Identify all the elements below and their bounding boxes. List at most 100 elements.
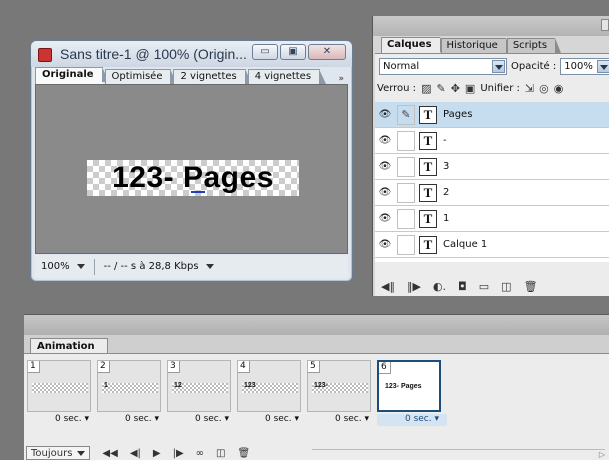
layers-panel-body: Normal Opacité : 100% Verrou : ▨ ✎ ✥ ▣ U… (375, 53, 609, 296)
link-slot[interactable] (397, 208, 415, 229)
text-layer-icon: T (419, 131, 437, 150)
trash-icon[interactable]: 🗑 (524, 280, 538, 293)
link-slot[interactable] (397, 156, 415, 177)
frame-thumb-text: 1 (104, 382, 108, 389)
layer-name: - (443, 135, 447, 146)
panel-title-strip[interactable] (373, 16, 609, 36)
eye-icon[interactable]: 👁 (375, 161, 395, 172)
opacity-label: Opacité : (511, 61, 557, 72)
document-title-bar[interactable]: Sans titre-1 @ 100% (Origin... ▭ ▣ ✕ (31, 41, 352, 67)
tab-originale[interactable]: Originale (35, 67, 109, 84)
minimize-button[interactable]: ▭ (252, 44, 278, 60)
previous-frame-icon[interactable]: ◀| (130, 448, 141, 459)
next-frame-icon[interactable]: |▶ (173, 448, 184, 459)
lock-label: Verrou : (377, 83, 417, 94)
document-window: Sans titre-1 @ 100% (Origin... ▭ ▣ ✕ Ori… (30, 40, 353, 282)
trash-icon[interactable]: 🗑 (237, 448, 250, 459)
animation-panel: Animation 1 0 sec. ▾ 2 1 0 sec. ▾ 3 12 0… (24, 314, 609, 460)
layer-name: 1 (443, 213, 450, 224)
restore-button[interactable]: ▣ (280, 44, 306, 60)
play-icon[interactable]: ▶ (153, 448, 161, 459)
loop-options-select[interactable]: Toujours (26, 446, 91, 460)
document-canvas[interactable]: 123- Pages (35, 84, 348, 254)
divider (93, 258, 95, 275)
next-frame-icon[interactable]: ‖▶ (407, 280, 421, 293)
frame-thumbnail: 123 (242, 382, 298, 393)
duplicate-frame-icon[interactable]: ◫ (216, 448, 225, 459)
chevron-down-icon (492, 60, 505, 73)
close-button[interactable]: ✕ (308, 44, 346, 60)
tab-4-vignettes[interactable]: 4 vignettes (247, 69, 327, 84)
layer-row[interactable]: 👁 T 2 (375, 180, 609, 206)
unify-position-icon[interactable]: ⇲ (525, 82, 534, 95)
zoom-dropdown[interactable]: 100% (35, 261, 91, 272)
opacity-select[interactable]: 100% (560, 58, 609, 75)
layer-row[interactable]: 👁 T 3 (375, 154, 609, 180)
lock-transparency-icon[interactable]: ▨ (421, 82, 431, 95)
layers-list: 👁 ✎ T Pages 👁 T - 👁 T 3 👁 T 2 👁 T 1 👁 T … (375, 102, 609, 262)
frames-scrollbar[interactable]: ▷ (312, 449, 605, 459)
eye-icon[interactable]: 👁 (375, 187, 395, 198)
lock-brush-icon[interactable]: ✎ (436, 82, 445, 95)
eye-icon[interactable]: 👁 (375, 239, 395, 250)
animation-frame[interactable]: 3 12 0 sec. ▾ (167, 360, 237, 426)
frames-strip: 1 0 sec. ▾ 2 1 0 sec. ▾ 3 12 0 sec. ▾ 4 … (27, 360, 447, 426)
unify-visibility-icon[interactable]: ◎ (539, 82, 549, 95)
frame-thumb-text: 123 (244, 382, 256, 389)
link-slot[interactable] (397, 130, 415, 151)
eye-icon[interactable]: 👁 (375, 135, 395, 146)
animation-frame-selected[interactable]: 6 123- Pages 0 sec. ▾ (377, 360, 447, 426)
layer-row[interactable]: 👁 T Calque 1 (375, 232, 609, 258)
animation-frame[interactable]: 4 123 0 sec. ▾ (237, 360, 307, 426)
tab-historique[interactable]: Historique (440, 38, 513, 53)
tabs-more-icon[interactable]: » (338, 74, 348, 84)
frame-delay-dropdown[interactable]: 0 sec. ▾ (167, 414, 237, 426)
layer-name: Calque 1 (443, 239, 488, 250)
download-time-dropdown[interactable]: -- / -- s à 28,8 Kbps (98, 261, 220, 272)
eye-icon[interactable]: 👁 (375, 109, 395, 120)
new-layer-icon[interactable]: ◫ (501, 280, 511, 293)
frame-delay-dropdown[interactable]: 0 sec. ▾ (237, 414, 307, 426)
animation-frame[interactable]: 2 1 0 sec. ▾ (97, 360, 167, 426)
frame-thumbnail: 1 (102, 382, 158, 393)
tab-animation[interactable]: Animation (30, 338, 108, 354)
tab-2-vignettes[interactable]: 2 vignettes (173, 69, 253, 84)
frame-delay-dropdown[interactable]: 0 sec. ▾ (307, 414, 377, 426)
blend-mode-value: Normal (383, 61, 420, 72)
animation-frame[interactable]: 5 123- 0 sec. ▾ (307, 360, 377, 426)
frame-thumbnail: 12 (172, 382, 228, 393)
first-frame-icon[interactable]: ◀◀ (102, 448, 117, 459)
layer-name: Pages (443, 109, 473, 120)
text-cursor-underline (191, 191, 205, 193)
frame-delay-dropdown[interactable]: 0 sec. ▾ (97, 414, 167, 426)
tab-optimisee[interactable]: Optimisée (104, 69, 178, 84)
frame-delay-dropdown[interactable]: 0 sec. ▾ (377, 414, 447, 426)
eye-icon[interactable]: 👁 (375, 213, 395, 224)
new-group-icon[interactable]: ▭ (479, 280, 489, 293)
tab-scripts[interactable]: Scripts (506, 38, 562, 53)
tween-icon[interactable]: ∞ (196, 448, 204, 459)
brush-icon[interactable]: ✎ (397, 104, 415, 125)
unify-style-icon[interactable]: ◉ (554, 82, 564, 95)
link-slot[interactable] (397, 234, 415, 255)
tab-calques[interactable]: Calques (381, 37, 446, 53)
scroll-right-icon[interactable]: ▷ (599, 450, 605, 459)
download-time-text: -- / -- s à 28,8 Kbps (103, 261, 199, 272)
chevron-down-icon (597, 60, 609, 73)
link-slot[interactable] (397, 182, 415, 203)
lock-all-icon[interactable]: ▣ (465, 82, 475, 95)
animation-frame[interactable]: 1 0 sec. ▾ (27, 360, 97, 426)
frame-thumbnail: 123- (312, 382, 368, 393)
panel-title-strip[interactable] (24, 315, 609, 335)
lock-move-icon[interactable]: ✥ (451, 82, 460, 95)
layer-row[interactable]: 👁 ✎ T Pages (375, 102, 609, 128)
blend-mode-select[interactable]: Normal (379, 58, 507, 75)
frame-delay-dropdown[interactable]: 0 sec. ▾ (27, 414, 97, 426)
adjustment-layer-icon[interactable]: ◐. (433, 280, 446, 293)
layer-row[interactable]: 👁 T - (375, 128, 609, 154)
prev-frame-icon[interactable]: ◀‖ (381, 280, 395, 293)
layer-mask-icon[interactable]: ◘ (458, 280, 467, 293)
panel-collapse-button[interactable] (601, 19, 609, 31)
layer-row[interactable]: 👁 T 1 (375, 206, 609, 232)
frame-thumb-text: 123- Pages (385, 383, 422, 390)
